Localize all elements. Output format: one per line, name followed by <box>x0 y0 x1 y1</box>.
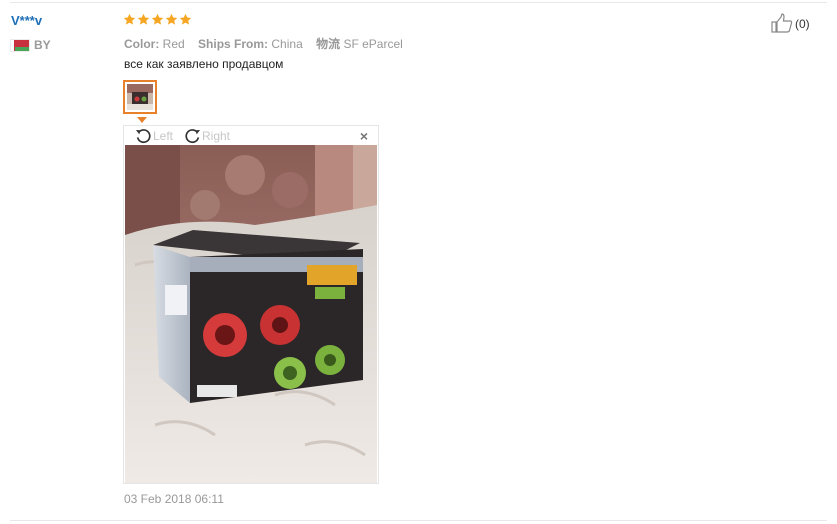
star-icon <box>137 13 150 25</box>
star-icon <box>123 13 136 25</box>
logistics-label: 物流 <box>316 37 341 51</box>
review-photo <box>125 145 377 483</box>
rotate-left-button[interactable]: Left <box>134 127 173 144</box>
review-item: V***v BY Color: Red Ships From: China 物流… <box>0 0 837 524</box>
reviewer-name[interactable]: V***v <box>11 13 42 28</box>
color-label: Color: <box>124 37 160 51</box>
country-code: BY <box>34 38 51 52</box>
helpful-count: (0) <box>795 17 810 31</box>
review-date: 03 Feb 2018 06:11 <box>124 492 224 506</box>
review-text: все как заявлено продавцом <box>124 57 284 71</box>
bottom-divider <box>10 520 827 521</box>
rotate-right-icon <box>185 129 201 144</box>
close-icon[interactable]: × <box>360 128 368 144</box>
ships-from-value: China <box>271 37 303 51</box>
color-value: Red <box>162 37 185 51</box>
photo-viewer: Left Right × <box>123 125 379 484</box>
thumbnail-selected-caret <box>137 117 147 123</box>
star-icon <box>179 13 192 25</box>
rotate-right-label: Right <box>202 128 231 143</box>
rotate-right-button[interactable]: Right <box>183 127 230 144</box>
thumbs-up-icon <box>771 13 793 33</box>
star-icon <box>151 13 164 25</box>
viewer-toolbar: Left Right × <box>124 126 378 145</box>
helpful-button[interactable]: (0) <box>771 13 810 33</box>
reviewer-country: BY <box>11 38 51 52</box>
order-attributes: Color: Red Ships From: China 物流 SF eParc… <box>124 35 403 52</box>
thumbnail-image <box>127 84 153 110</box>
logistics-value: SF eParcel <box>343 37 403 51</box>
rotate-left-label: Left <box>153 128 174 143</box>
ships-from-label: Ships From: <box>198 37 269 51</box>
belarus-flag-icon <box>11 39 29 51</box>
review-photo-thumbnail[interactable] <box>123 80 157 114</box>
rotate-left-icon <box>135 129 151 144</box>
star-icon <box>165 13 178 25</box>
star-rating <box>123 13 192 26</box>
top-divider <box>10 2 827 3</box>
